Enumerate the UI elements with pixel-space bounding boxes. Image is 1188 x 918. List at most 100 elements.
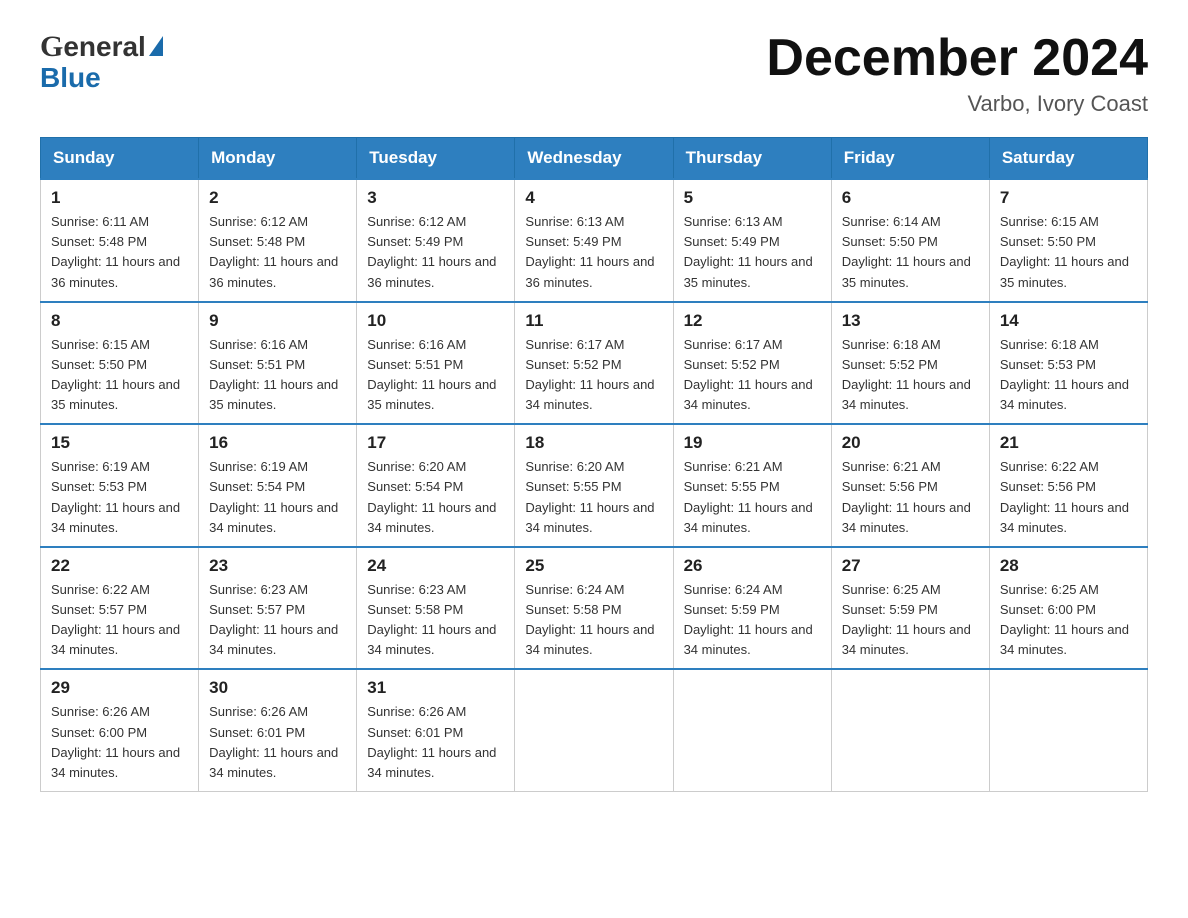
- day-info: Sunrise: 6:12 AMSunset: 5:49 PMDaylight:…: [367, 214, 496, 289]
- day-info: Sunrise: 6:17 AMSunset: 5:52 PMDaylight:…: [525, 337, 654, 412]
- day-number: 9: [209, 311, 346, 331]
- logo-triangle-icon: [149, 36, 163, 56]
- day-number: 19: [684, 433, 821, 453]
- day-number: 10: [367, 311, 504, 331]
- day-info: Sunrise: 6:19 AMSunset: 5:54 PMDaylight:…: [209, 459, 338, 534]
- calendar-cell: 8 Sunrise: 6:15 AMSunset: 5:50 PMDayligh…: [41, 302, 199, 425]
- day-number: 26: [684, 556, 821, 576]
- calendar-cell: [831, 669, 989, 791]
- day-number: 5: [684, 188, 821, 208]
- day-number: 15: [51, 433, 188, 453]
- weekday-header-sunday: Sunday: [41, 138, 199, 180]
- logo-general-g: G: [40, 30, 63, 64]
- day-info: Sunrise: 6:18 AMSunset: 5:52 PMDaylight:…: [842, 337, 971, 412]
- day-info: Sunrise: 6:16 AMSunset: 5:51 PMDaylight:…: [209, 337, 338, 412]
- day-number: 8: [51, 311, 188, 331]
- calendar-cell: 11 Sunrise: 6:17 AMSunset: 5:52 PMDaylig…: [515, 302, 673, 425]
- calendar-cell: 17 Sunrise: 6:20 AMSunset: 5:54 PMDaylig…: [357, 424, 515, 547]
- day-number: 2: [209, 188, 346, 208]
- weekday-header-tuesday: Tuesday: [357, 138, 515, 180]
- calendar-week-row: 8 Sunrise: 6:15 AMSunset: 5:50 PMDayligh…: [41, 302, 1148, 425]
- calendar-cell: 26 Sunrise: 6:24 AMSunset: 5:59 PMDaylig…: [673, 547, 831, 670]
- day-number: 24: [367, 556, 504, 576]
- calendar-cell: 27 Sunrise: 6:25 AMSunset: 5:59 PMDaylig…: [831, 547, 989, 670]
- day-info: Sunrise: 6:25 AMSunset: 5:59 PMDaylight:…: [842, 582, 971, 657]
- day-number: 12: [684, 311, 821, 331]
- location: Varbo, Ivory Coast: [766, 91, 1148, 117]
- day-info: Sunrise: 6:12 AMSunset: 5:48 PMDaylight:…: [209, 214, 338, 289]
- calendar-cell: 5 Sunrise: 6:13 AMSunset: 5:49 PMDayligh…: [673, 179, 831, 302]
- day-number: 6: [842, 188, 979, 208]
- calendar-week-row: 15 Sunrise: 6:19 AMSunset: 5:53 PMDaylig…: [41, 424, 1148, 547]
- day-info: Sunrise: 6:26 AMSunset: 6:01 PMDaylight:…: [367, 704, 496, 779]
- weekday-header-monday: Monday: [199, 138, 357, 180]
- day-number: 7: [1000, 188, 1137, 208]
- day-number: 1: [51, 188, 188, 208]
- weekday-header-row: SundayMondayTuesdayWednesdayThursdayFrid…: [41, 138, 1148, 180]
- day-number: 28: [1000, 556, 1137, 576]
- day-info: Sunrise: 6:25 AMSunset: 6:00 PMDaylight:…: [1000, 582, 1129, 657]
- calendar-cell: [673, 669, 831, 791]
- calendar-cell: 12 Sunrise: 6:17 AMSunset: 5:52 PMDaylig…: [673, 302, 831, 425]
- day-info: Sunrise: 6:26 AMSunset: 6:01 PMDaylight:…: [209, 704, 338, 779]
- logo-eneral: eneral: [63, 31, 146, 63]
- day-number: 27: [842, 556, 979, 576]
- day-info: Sunrise: 6:19 AMSunset: 5:53 PMDaylight:…: [51, 459, 180, 534]
- day-info: Sunrise: 6:20 AMSunset: 5:54 PMDaylight:…: [367, 459, 496, 534]
- day-info: Sunrise: 6:13 AMSunset: 5:49 PMDaylight:…: [684, 214, 813, 289]
- day-number: 18: [525, 433, 662, 453]
- day-info: Sunrise: 6:13 AMSunset: 5:49 PMDaylight:…: [525, 214, 654, 289]
- weekday-header-thursday: Thursday: [673, 138, 831, 180]
- day-number: 3: [367, 188, 504, 208]
- day-number: 29: [51, 678, 188, 698]
- day-number: 21: [1000, 433, 1137, 453]
- calendar-cell: 4 Sunrise: 6:13 AMSunset: 5:49 PMDayligh…: [515, 179, 673, 302]
- calendar-week-row: 22 Sunrise: 6:22 AMSunset: 5:57 PMDaylig…: [41, 547, 1148, 670]
- weekday-header-wednesday: Wednesday: [515, 138, 673, 180]
- weekday-header-saturday: Saturday: [989, 138, 1147, 180]
- calendar-cell: 18 Sunrise: 6:20 AMSunset: 5:55 PMDaylig…: [515, 424, 673, 547]
- calendar-cell: 16 Sunrise: 6:19 AMSunset: 5:54 PMDaylig…: [199, 424, 357, 547]
- calendar-cell: 20 Sunrise: 6:21 AMSunset: 5:56 PMDaylig…: [831, 424, 989, 547]
- calendar-cell: 23 Sunrise: 6:23 AMSunset: 5:57 PMDaylig…: [199, 547, 357, 670]
- calendar-cell: 13 Sunrise: 6:18 AMSunset: 5:52 PMDaylig…: [831, 302, 989, 425]
- calendar-cell: 30 Sunrise: 6:26 AMSunset: 6:01 PMDaylig…: [199, 669, 357, 791]
- day-info: Sunrise: 6:14 AMSunset: 5:50 PMDaylight:…: [842, 214, 971, 289]
- calendar-cell: 21 Sunrise: 6:22 AMSunset: 5:56 PMDaylig…: [989, 424, 1147, 547]
- calendar-cell: 24 Sunrise: 6:23 AMSunset: 5:58 PMDaylig…: [357, 547, 515, 670]
- day-number: 23: [209, 556, 346, 576]
- calendar-cell: 1 Sunrise: 6:11 AMSunset: 5:48 PMDayligh…: [41, 179, 199, 302]
- month-title: December 2024: [766, 30, 1148, 87]
- calendar-cell: 6 Sunrise: 6:14 AMSunset: 5:50 PMDayligh…: [831, 179, 989, 302]
- day-number: 4: [525, 188, 662, 208]
- title-section: December 2024 Varbo, Ivory Coast: [766, 30, 1148, 117]
- day-number: 30: [209, 678, 346, 698]
- day-info: Sunrise: 6:18 AMSunset: 5:53 PMDaylight:…: [1000, 337, 1129, 412]
- calendar-cell: 10 Sunrise: 6:16 AMSunset: 5:51 PMDaylig…: [357, 302, 515, 425]
- day-number: 31: [367, 678, 504, 698]
- day-info: Sunrise: 6:21 AMSunset: 5:55 PMDaylight:…: [684, 459, 813, 534]
- day-number: 20: [842, 433, 979, 453]
- day-info: Sunrise: 6:20 AMSunset: 5:55 PMDaylight:…: [525, 459, 654, 534]
- day-info: Sunrise: 6:23 AMSunset: 5:58 PMDaylight:…: [367, 582, 496, 657]
- calendar-cell: 28 Sunrise: 6:25 AMSunset: 6:00 PMDaylig…: [989, 547, 1147, 670]
- day-number: 22: [51, 556, 188, 576]
- day-info: Sunrise: 6:22 AMSunset: 5:57 PMDaylight:…: [51, 582, 180, 657]
- calendar-cell: 31 Sunrise: 6:26 AMSunset: 6:01 PMDaylig…: [357, 669, 515, 791]
- day-number: 17: [367, 433, 504, 453]
- calendar-cell: [515, 669, 673, 791]
- logo: G eneral Blue: [40, 30, 163, 94]
- day-number: 11: [525, 311, 662, 331]
- day-info: Sunrise: 6:15 AMSunset: 5:50 PMDaylight:…: [51, 337, 180, 412]
- calendar-cell: 29 Sunrise: 6:26 AMSunset: 6:00 PMDaylig…: [41, 669, 199, 791]
- day-info: Sunrise: 6:24 AMSunset: 5:59 PMDaylight:…: [684, 582, 813, 657]
- day-info: Sunrise: 6:16 AMSunset: 5:51 PMDaylight:…: [367, 337, 496, 412]
- day-info: Sunrise: 6:24 AMSunset: 5:58 PMDaylight:…: [525, 582, 654, 657]
- day-info: Sunrise: 6:11 AMSunset: 5:48 PMDaylight:…: [51, 214, 180, 289]
- calendar-cell: 3 Sunrise: 6:12 AMSunset: 5:49 PMDayligh…: [357, 179, 515, 302]
- day-info: Sunrise: 6:21 AMSunset: 5:56 PMDaylight:…: [842, 459, 971, 534]
- day-number: 14: [1000, 311, 1137, 331]
- day-info: Sunrise: 6:23 AMSunset: 5:57 PMDaylight:…: [209, 582, 338, 657]
- calendar-cell: 7 Sunrise: 6:15 AMSunset: 5:50 PMDayligh…: [989, 179, 1147, 302]
- day-number: 13: [842, 311, 979, 331]
